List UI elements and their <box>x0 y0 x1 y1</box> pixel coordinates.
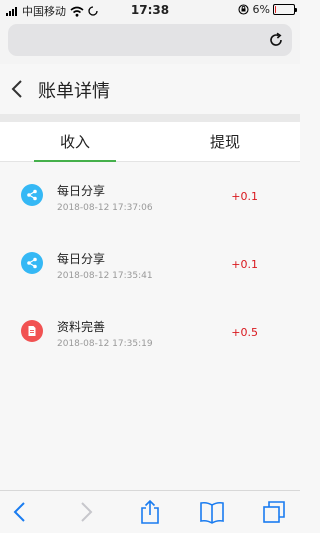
battery-percent: 6% <box>252 3 270 16</box>
active-tab-indicator <box>34 160 116 162</box>
bookmarks-icon[interactable] <box>199 499 225 525</box>
record-title: 每日分享 <box>57 184 106 198</box>
status-right: 6% <box>237 3 297 16</box>
share-icon <box>21 252 43 274</box>
record-time: 2018-08-12 17:35:41 <box>57 271 153 281</box>
forward-icon[interactable] <box>72 499 98 525</box>
tabs-icon[interactable] <box>261 499 287 525</box>
record-amount: +0.5 <box>231 326 258 339</box>
page-title: 账单详情 <box>38 81 110 102</box>
record-list: 每日分享 2018-08-12 17:37:06 +0.1 每日分享 2018-… <box>0 163 300 367</box>
list-item[interactable]: 资料完善 2018-08-12 17:35:19 +0.5 <box>0 299 300 367</box>
record-time: 2018-08-12 17:35:19 <box>57 339 153 349</box>
tab-income[interactable]: 收入 <box>0 122 150 162</box>
battery-fill <box>275 6 276 13</box>
page-header: 账单详情 <box>0 64 300 114</box>
share-icon[interactable] <box>137 499 163 525</box>
share-icon <box>21 184 43 206</box>
status-bar: 中国移动 17:38 6% <box>0 0 300 20</box>
list-item[interactable]: 每日分享 2018-08-12 17:35:41 +0.1 <box>0 231 300 299</box>
record-amount: +0.1 <box>231 258 258 271</box>
record-title: 每日分享 <box>57 252 106 266</box>
list-item[interactable]: 每日分享 2018-08-12 17:37:06 +0.1 <box>0 163 300 231</box>
rotation-lock-icon <box>237 4 249 15</box>
record-amount: +0.1 <box>231 190 258 203</box>
back-icon[interactable] <box>8 499 34 525</box>
battery-icon <box>273 4 297 15</box>
browser-address-area <box>0 20 300 64</box>
section-divider <box>0 114 300 122</box>
record-title: 资料完善 <box>57 320 106 334</box>
tab-bar: 收入 提现 <box>0 122 300 162</box>
url-bar[interactable] <box>8 24 292 56</box>
document-icon <box>21 320 43 342</box>
reload-icon[interactable] <box>267 31 285 49</box>
record-time: 2018-08-12 17:37:06 <box>57 203 153 213</box>
browser-toolbar <box>0 490 300 533</box>
tab-withdraw[interactable]: 提现 <box>150 122 300 162</box>
chevron-left-icon[interactable] <box>10 79 24 99</box>
